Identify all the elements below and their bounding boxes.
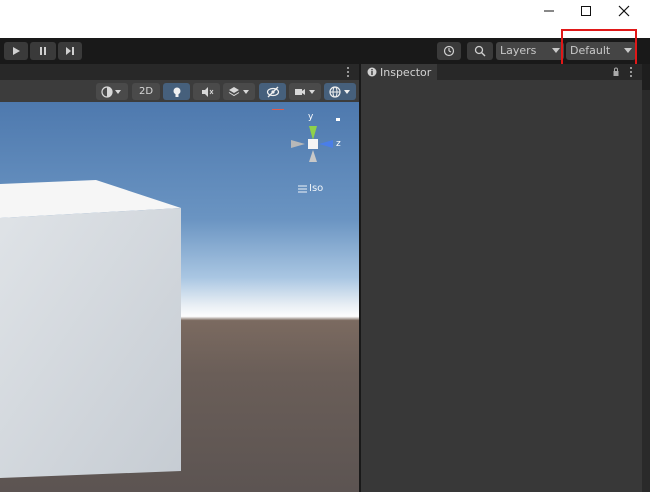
main-toolbar: Layers Default — [0, 38, 650, 64]
history-icon — [443, 45, 455, 57]
gizmo-y-axis-icon[interactable] — [309, 126, 317, 140]
pause-icon — [40, 47, 46, 55]
gizmo-marker — [272, 109, 284, 110]
gizmo-lock-icon[interactable] — [336, 118, 340, 121]
search-button[interactable] — [467, 42, 493, 60]
scene-toolbar: 2D — [0, 80, 359, 102]
maximize-button[interactable] — [566, 0, 606, 22]
scene-panel-header — [0, 64, 359, 80]
gizmo-y-label: y — [308, 112, 314, 122]
projection-label: Iso — [309, 183, 324, 194]
projection-toggle[interactable]: Iso — [298, 183, 323, 194]
shading-mode-icon — [101, 85, 121, 98]
layers-dropdown-label: Layers — [500, 44, 537, 57]
layers-dropdown[interactable]: Layers — [496, 42, 564, 60]
orientation-gizmo[interactable] — [285, 114, 355, 184]
minimize-icon — [544, 10, 554, 12]
gizmo-x-axis-icon[interactable] — [291, 140, 305, 148]
audio-mute-icon — [201, 86, 213, 97]
layers-stack-icon — [228, 86, 249, 96]
window-title-bar — [0, 0, 650, 38]
maximize-icon — [581, 6, 591, 16]
gizmo-neg-y-axis-icon[interactable] — [309, 150, 317, 162]
step-button[interactable] — [58, 42, 82, 60]
lighting-toggle[interactable] — [163, 83, 190, 100]
lightbulb-icon — [173, 87, 180, 97]
gizmos-dropdown[interactable] — [324, 83, 356, 100]
gizmo-globe-icon — [329, 85, 350, 98]
tab-inspector-label: Inspector — [380, 66, 432, 79]
inspector-panel — [361, 80, 642, 492]
audio-toggle[interactable] — [193, 83, 220, 100]
toggle-2d-button[interactable]: 2D — [132, 83, 160, 100]
search-icon — [474, 45, 486, 57]
effects-dropdown[interactable] — [223, 83, 255, 100]
gizmo-z-label: z — [336, 139, 341, 149]
pause-button[interactable] — [30, 42, 56, 60]
camera-dropdown[interactable] — [289, 83, 321, 100]
scene-viewport[interactable]: y z Iso — [0, 102, 359, 492]
right-edge-scrollbar[interactable] — [642, 90, 650, 492]
gizmo-z-axis-icon[interactable] — [319, 140, 333, 148]
toggle-2d-label: 2D — [138, 86, 154, 97]
more-options-icon[interactable] — [346, 66, 350, 78]
gizmo-center-cube[interactable] — [308, 139, 318, 149]
shading-mode-dropdown[interactable] — [96, 83, 128, 100]
play-button[interactable] — [4, 42, 28, 60]
step-icon — [66, 47, 74, 55]
play-icon — [13, 47, 20, 55]
camera-icon — [295, 88, 315, 95]
scene-visibility-toggle[interactable] — [259, 83, 286, 100]
chevron-down-icon — [552, 48, 560, 53]
close-button[interactable] — [604, 0, 644, 22]
tab-inspector[interactable]: Inspector — [361, 64, 437, 80]
more-options-icon[interactable] — [629, 66, 633, 78]
info-icon — [367, 67, 377, 77]
menu-lines-icon — [298, 185, 307, 192]
history-button[interactable] — [437, 42, 461, 60]
minimize-button[interactable] — [529, 0, 569, 22]
lock-icon[interactable] — [613, 67, 619, 77]
cube-front-face — [0, 208, 181, 478]
visibility-off-icon — [266, 86, 279, 97]
close-icon — [618, 5, 630, 17]
